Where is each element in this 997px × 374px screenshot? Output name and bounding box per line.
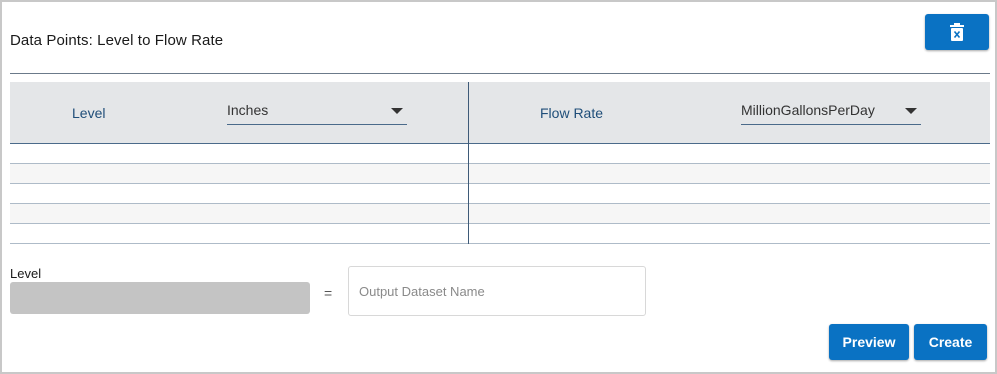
delete-button[interactable] — [925, 14, 989, 50]
output-dataset-name-input[interactable] — [348, 266, 646, 316]
table-header: Level Inches Flow Rate MillionGallonsPer… — [10, 82, 990, 144]
level-column-label: Level — [72, 105, 106, 121]
title-divider — [10, 73, 990, 74]
table-row — [10, 204, 990, 224]
level-cell[interactable] — [10, 224, 468, 243]
level-cell[interactable] — [10, 144, 468, 163]
chevron-down-icon — [391, 108, 403, 114]
trash-icon — [950, 23, 964, 41]
level-cell[interactable] — [10, 184, 468, 203]
chevron-down-icon — [905, 108, 917, 114]
flow-rate-cell[interactable] — [469, 204, 990, 223]
equals-sign: = — [324, 285, 333, 301]
table-row — [10, 224, 990, 244]
level-unit-select[interactable]: Inches — [227, 102, 407, 125]
flow-rate-cell[interactable] — [469, 164, 990, 183]
panel-title: Data Points: Level to Flow Rate — [10, 32, 224, 49]
create-button[interactable]: Create — [914, 324, 987, 360]
table-row — [10, 164, 990, 184]
flow-rate-cell[interactable] — [469, 224, 990, 243]
column-divider — [468, 82, 469, 244]
flow-rate-cell[interactable] — [469, 184, 990, 203]
level-cell[interactable] — [10, 204, 468, 223]
flow-rate-column-label: Flow Rate — [540, 105, 604, 121]
flow-rate-unit-value: MillionGallonsPerDay — [741, 102, 875, 118]
table-row — [10, 184, 990, 204]
preview-button[interactable]: Preview — [829, 324, 909, 360]
data-points-panel: Data Points: Level to Flow Rate Level In… — [0, 0, 997, 374]
data-points-table: Level Inches Flow Rate MillionGallonsPer… — [10, 82, 990, 244]
flow-rate-unit-select[interactable]: MillionGallonsPerDay — [741, 102, 921, 125]
flow-rate-cell[interactable] — [469, 144, 990, 163]
level-cell[interactable] — [10, 164, 468, 183]
level-field — [10, 282, 310, 314]
level-field-label: Level — [10, 266, 42, 281]
level-unit-value: Inches — [227, 102, 269, 118]
table-row — [10, 144, 990, 164]
